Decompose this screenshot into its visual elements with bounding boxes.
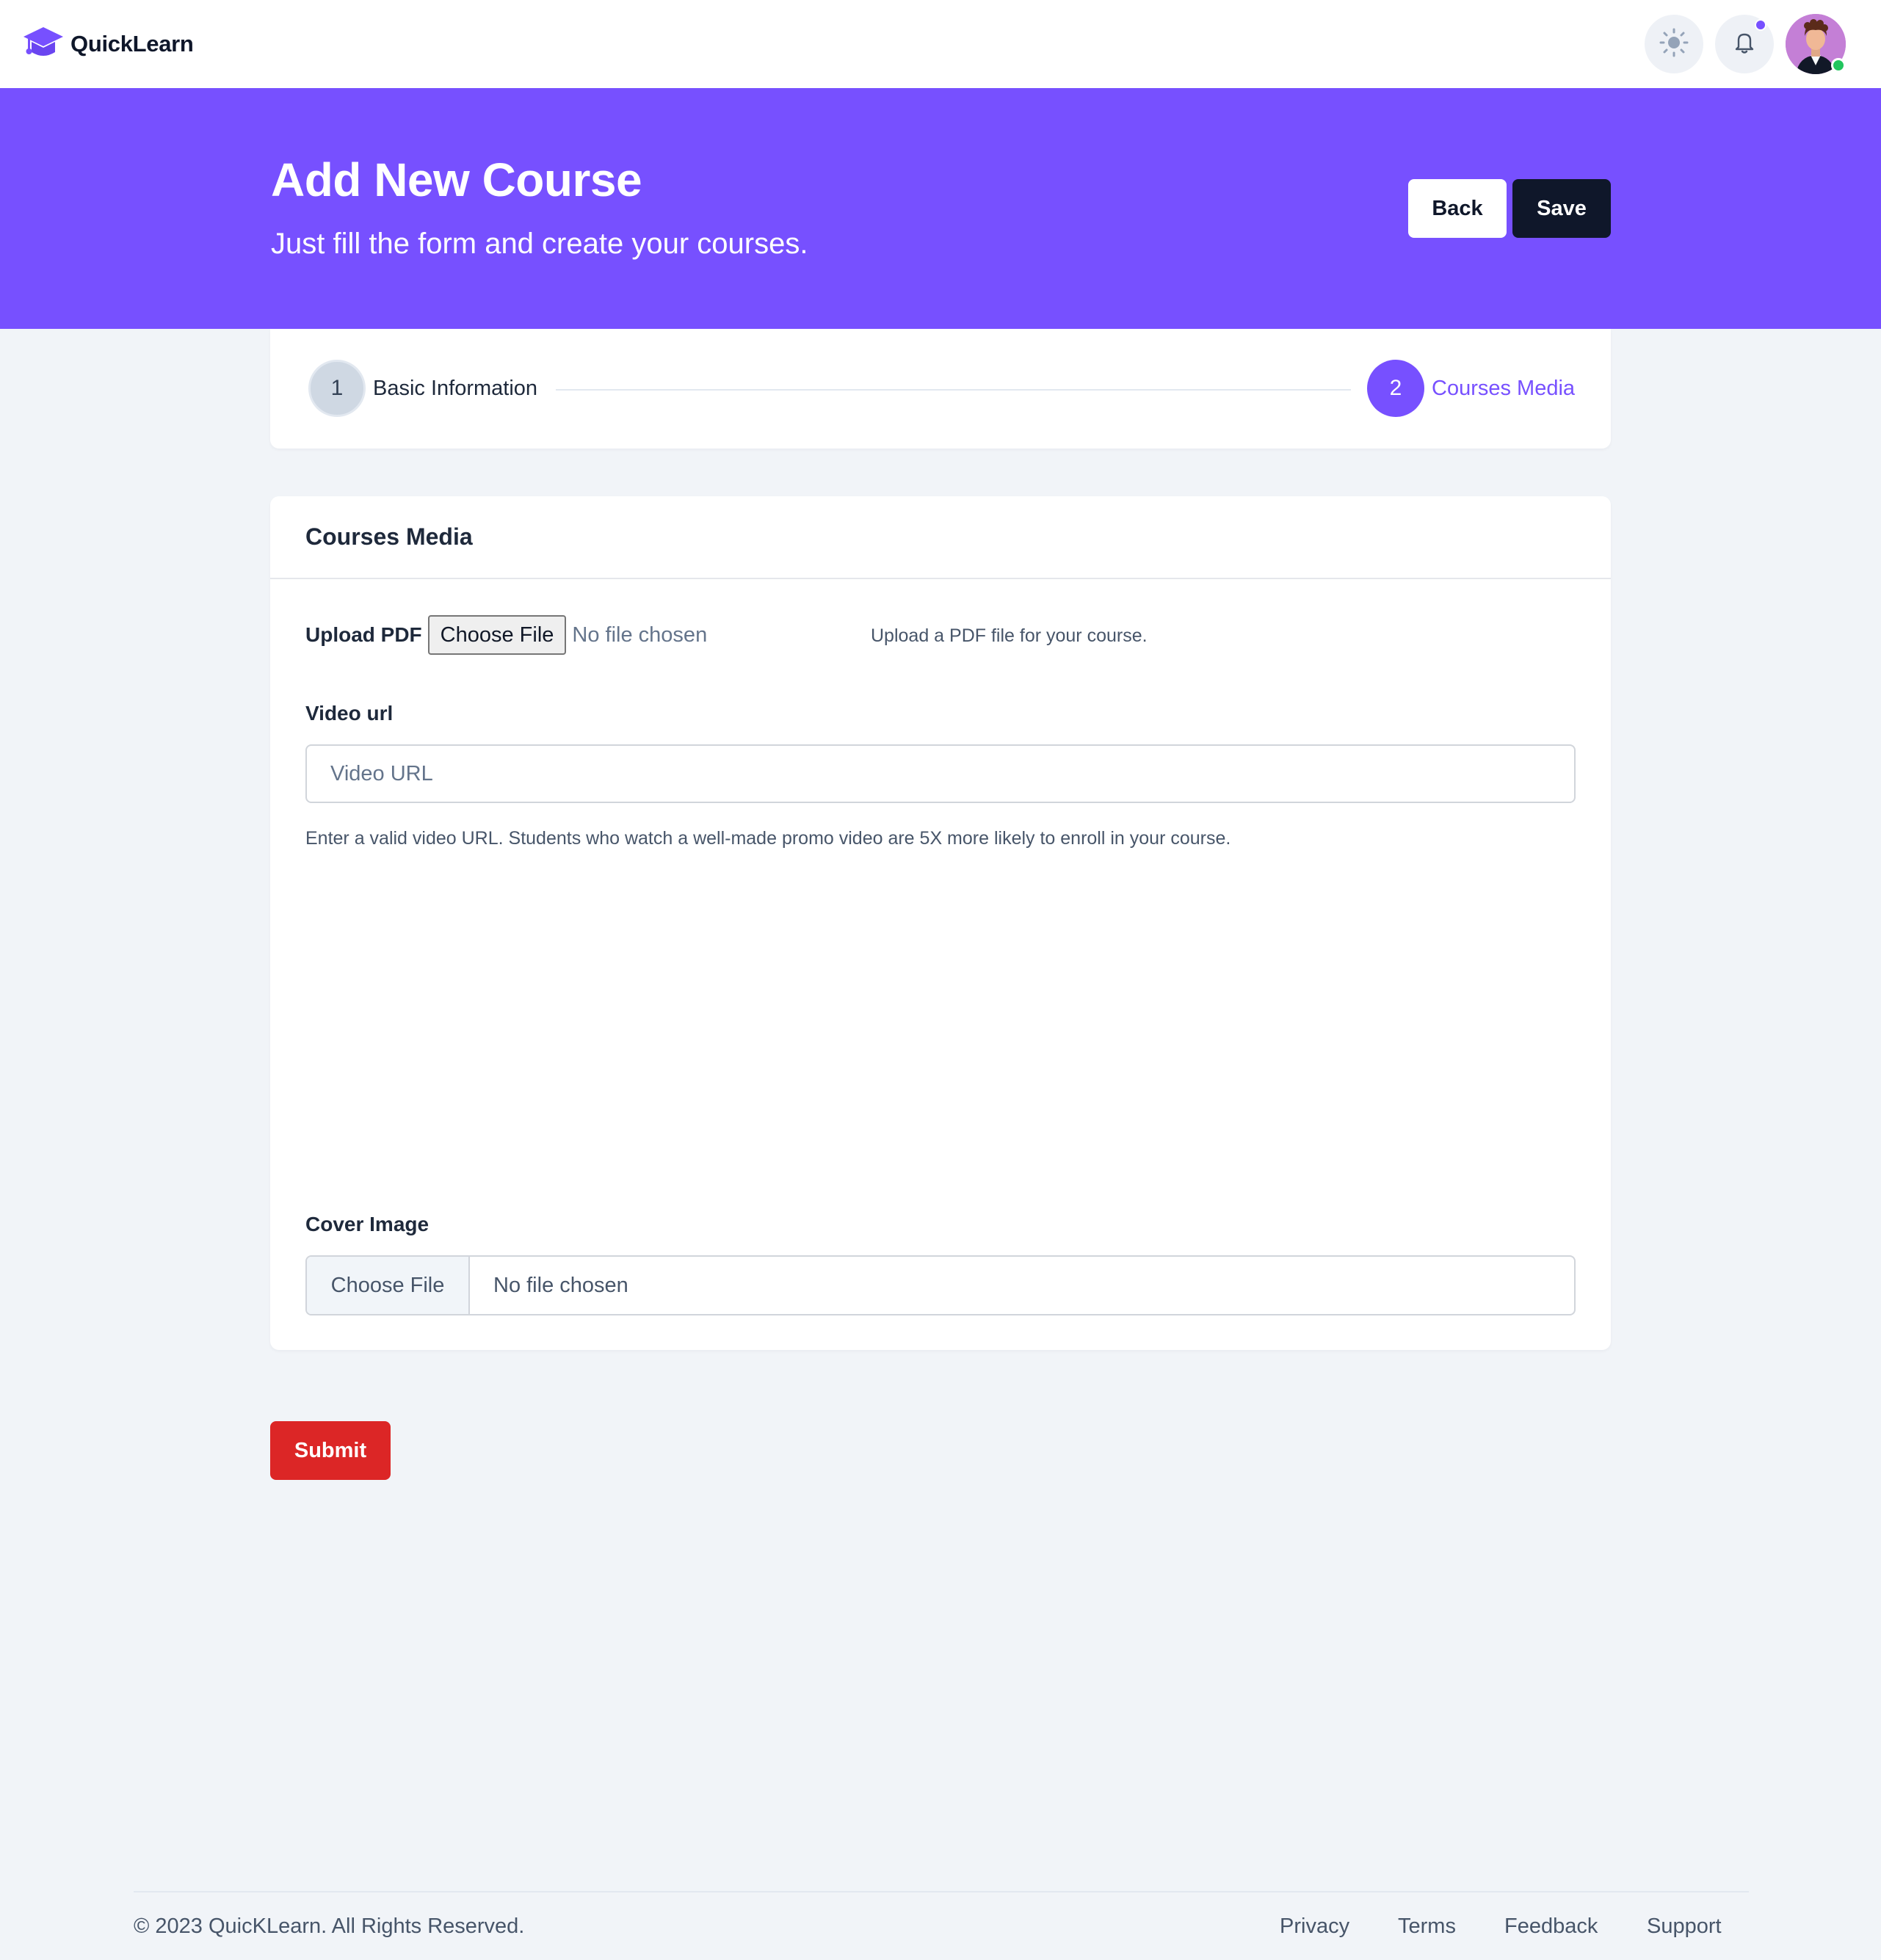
page-subtitle: Just fill the form and create your cours… [271, 228, 808, 260]
upload-pdf-label: Upload PDF [305, 623, 422, 646]
step-number: 1 [308, 360, 366, 417]
user-avatar[interactable] [1786, 14, 1846, 74]
video-url-help-text: Enter a valid video URL. Students who wa… [305, 828, 1231, 849]
page-hero: Add New Course Just fill the form and cr… [0, 88, 1881, 329]
step-connector [556, 389, 1351, 391]
submit-button[interactable]: Submit [270, 1421, 391, 1480]
notifications-button[interactable] [1715, 15, 1774, 73]
form-stepper: 1 Basic Information 2 Courses Media [270, 329, 1611, 449]
step-number: 2 [1367, 360, 1424, 417]
upload-pdf-help-text: Upload a PDF file for your course. [871, 625, 1148, 646]
page-title: Add New Course [271, 153, 642, 206]
card-header: Courses Media [270, 496, 1611, 579]
footer-copyright: © 2023 QuicKLearn. All Rights Reserved. [134, 1914, 525, 1938]
top-navbar: QuickLearn [0, 0, 1881, 88]
video-url-label: Video url [305, 702, 394, 725]
cover-image-label: Cover Image [305, 1213, 430, 1235]
footer-link-privacy[interactable]: Privacy [1280, 1914, 1349, 1939]
step-label: Courses Media [1432, 376, 1576, 400]
brand-name: QuickLearn [70, 31, 194, 57]
upload-pdf-choose-file-button[interactable]: Choose File [427, 615, 567, 655]
online-status-dot [1831, 58, 1846, 73]
bell-icon [1732, 30, 1757, 59]
sun-icon [1659, 28, 1689, 61]
card-title: Courses Media [305, 523, 473, 550]
navbar-actions [1645, 14, 1846, 74]
cover-image-choose-file-button[interactable]: Choose File [307, 1257, 470, 1314]
upload-pdf-status: No file chosen [572, 623, 708, 647]
graduation-cap-icon [22, 23, 65, 65]
upload-pdf-field: Upload PDF Choose File No file chosen [305, 615, 707, 655]
back-button[interactable]: Back [1408, 179, 1507, 238]
save-button[interactable]: Save [1512, 179, 1611, 238]
cover-image-file-input[interactable]: Choose File No file chosen [305, 1255, 1576, 1315]
footer-link-support[interactable]: Support [1647, 1914, 1722, 1939]
step-courses-media[interactable]: 2 Courses Media [1367, 360, 1575, 417]
step-basic-information[interactable]: 1 Basic Information [308, 360, 537, 417]
notification-dot [1755, 19, 1766, 31]
hero-actions: Back Save [1408, 179, 1611, 238]
footer-divider [134, 1891, 1749, 1892]
cover-image-status: No file chosen [493, 1273, 628, 1297]
footer-link-feedback[interactable]: Feedback [1504, 1914, 1598, 1939]
step-label: Basic Information [373, 376, 538, 400]
courses-media-card: Courses Media Upload PDF Choose File No … [270, 496, 1611, 1350]
footer-link-terms[interactable]: Terms [1398, 1914, 1456, 1939]
theme-toggle-button[interactable] [1645, 15, 1703, 73]
video-url-input[interactable] [305, 744, 1576, 803]
brand[interactable]: QuickLearn [22, 23, 194, 65]
